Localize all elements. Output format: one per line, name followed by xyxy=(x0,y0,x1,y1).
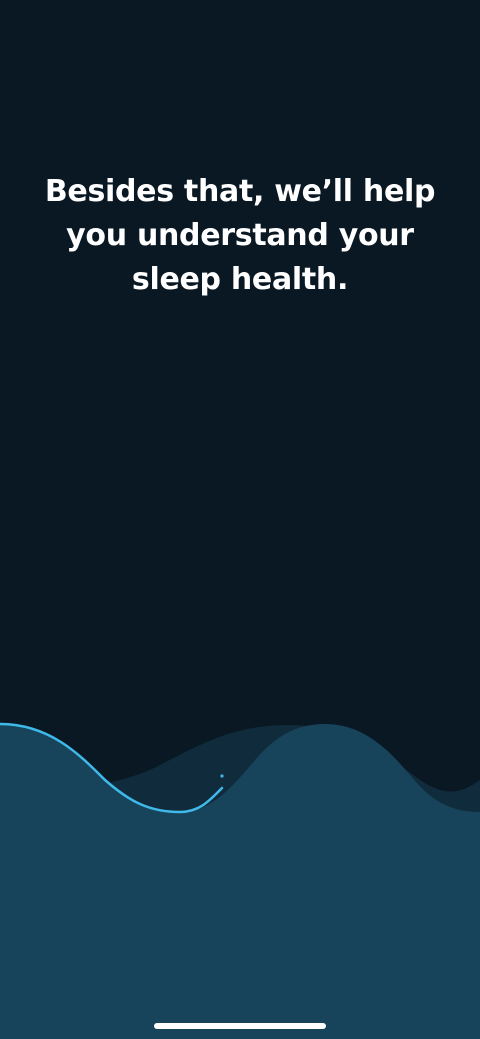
sleep-wave-progress-dot xyxy=(220,774,224,778)
onboarding-headline: Besides that, we’ll help you understand … xyxy=(44,174,436,297)
sleep-wave-graphic xyxy=(0,722,480,1039)
home-indicator-bar xyxy=(154,1023,326,1029)
onboarding-screen: Besides that, we’ll help you understand … xyxy=(0,0,480,1039)
